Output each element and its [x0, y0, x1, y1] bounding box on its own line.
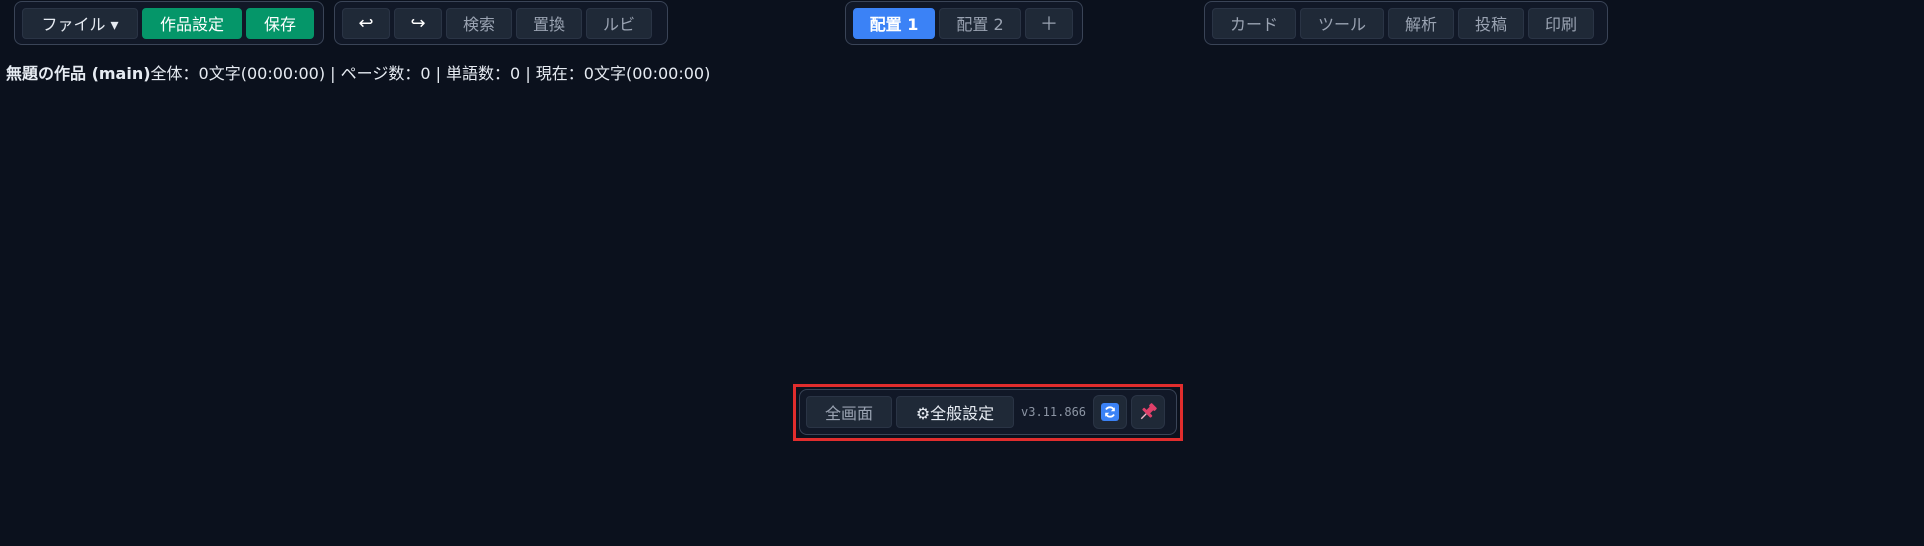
card-button[interactable]: カード: [1212, 7, 1296, 39]
post-button[interactable]: 投稿: [1458, 7, 1524, 39]
save-button[interactable]: 保存: [246, 7, 314, 39]
tools-toolbar: カード ツール 解析 投稿 印刷: [1204, 1, 1608, 45]
status-line: 無題の作品 (main)全体：0文字(00:00:00) | ページ数：0 | …: [6, 60, 710, 84]
footer-toolbar: 全画面 ⚙全般設定 v3.11.866: [799, 389, 1177, 435]
replace-button[interactable]: 置換: [516, 7, 582, 39]
fullscreen-button[interactable]: 全画面: [806, 396, 892, 428]
work-settings-button[interactable]: 作品設定: [142, 7, 242, 39]
add-layout-button[interactable]: ＋: [1025, 7, 1073, 39]
edit-toolbar: ↩ ↪ 検索 置換 ルビ: [334, 1, 668, 45]
print-button[interactable]: 印刷: [1528, 7, 1594, 39]
tab-layout-2[interactable]: 配置 2: [939, 7, 1021, 39]
tools-button[interactable]: ツール: [1300, 7, 1384, 39]
search-button[interactable]: 検索: [446, 7, 512, 39]
work-stats: 全体：0文字(00:00:00) | ページ数：0 | 単語数：0 | 現在：0…: [150, 64, 711, 83]
undo-icon[interactable]: ↩: [342, 7, 390, 39]
tab-layout-1[interactable]: 配置 1: [853, 7, 935, 39]
analysis-button[interactable]: 解析: [1388, 7, 1454, 39]
refresh-button[interactable]: [1093, 395, 1128, 429]
redo-icon[interactable]: ↪: [394, 7, 442, 39]
version-label: v3.11.866: [1021, 405, 1087, 419]
layout-tabs: 配置 1 配置 2 ＋: [845, 1, 1083, 45]
pin-button[interactable]: [1131, 395, 1166, 429]
general-settings-button[interactable]: ⚙全般設定: [896, 396, 1014, 428]
work-title: 無題の作品 (main): [6, 64, 151, 83]
pin-icon: [1140, 403, 1157, 420]
refresh-icon: [1101, 403, 1120, 421]
ruby-button[interactable]: ルビ: [586, 7, 652, 39]
file-toolbar: ファイル ▾ 作品設定 保存: [14, 1, 324, 45]
file-menu-button[interactable]: ファイル ▾: [22, 7, 138, 39]
